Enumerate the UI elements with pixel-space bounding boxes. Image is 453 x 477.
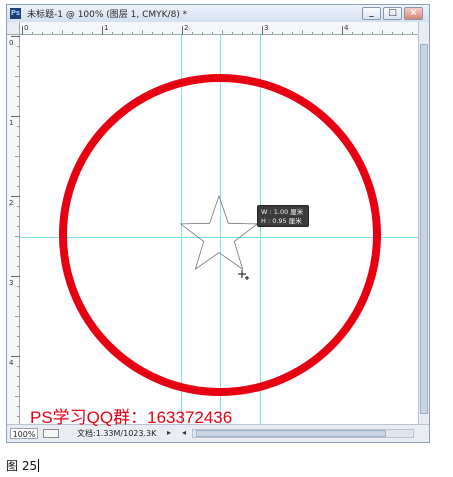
caption-text: 图 25 bbox=[6, 459, 38, 473]
tooltip-width: W : 1.00 厘米 bbox=[261, 208, 304, 216]
h-ruler-label: 2 bbox=[184, 24, 188, 32]
dimension-tooltip: W : 1.00 厘米 H : 0.95 厘米 bbox=[257, 205, 309, 227]
tooltip-height: H : 0.95 厘米 bbox=[261, 217, 302, 225]
photoshop-app-icon: Ps bbox=[10, 8, 21, 19]
figure-caption: 图 25 bbox=[6, 457, 40, 474]
v-ruler-label: 0 bbox=[9, 39, 13, 47]
horizontal-ruler[interactable]: 0 1 2 3 4 bbox=[20, 22, 418, 35]
star-shape bbox=[179, 194, 259, 271]
vertical-scrollbar[interactable] bbox=[418, 22, 429, 424]
status-menu-arrow-icon[interactable]: ▸ bbox=[167, 428, 171, 437]
zoom-field[interactable]: 100% bbox=[10, 428, 38, 439]
horizontal-scroll-thumb[interactable] bbox=[196, 430, 386, 437]
minimize-button[interactable]: _ bbox=[362, 7, 381, 20]
horizontal-scrollbar[interactable] bbox=[192, 429, 414, 438]
maximize-button[interactable]: □ bbox=[383, 7, 402, 20]
h-ruler-label: 1 bbox=[104, 24, 108, 32]
vertical-ruler-ticks: 0 1 2 3 4 bbox=[9, 36, 20, 417]
v-ruler-label: 4 bbox=[9, 359, 14, 367]
crosshair-cursor-icon bbox=[238, 270, 249, 280]
v-ruler-label: 3 bbox=[9, 279, 13, 287]
document-canvas[interactable] bbox=[20, 35, 418, 424]
v-ruler-label: 2 bbox=[9, 199, 13, 207]
close-button[interactable]: × bbox=[404, 7, 423, 20]
document-info: 文档:1.33M/1023.3K bbox=[77, 429, 157, 438]
h-ruler-label: 0 bbox=[24, 24, 28, 32]
ruler-origin[interactable] bbox=[7, 22, 20, 35]
canvas-artwork bbox=[20, 35, 418, 424]
title-bar[interactable]: Ps 未标题-1 @ 100% (图层 1, CMYK/8) * _ □ × bbox=[7, 5, 429, 22]
vertical-ruler[interactable]: 0 1 2 3 4 bbox=[7, 35, 20, 424]
document-window: Ps 未标题-1 @ 100% (图层 1, CMYK/8) * _ □ × 0… bbox=[6, 4, 430, 443]
watermark-text: PS学习QQ群：163372436 bbox=[30, 408, 233, 427]
scroll-left-arrow-icon[interactable]: ◂ bbox=[182, 428, 186, 437]
h-ruler-label: 4 bbox=[344, 24, 349, 32]
text-cursor bbox=[38, 459, 40, 472]
v-ruler-label: 1 bbox=[9, 119, 13, 127]
horizontal-ruler-ticks: 0 1 2 3 4 bbox=[22, 24, 413, 35]
document-title: 未标题-1 @ 100% (图层 1, CMYK/8) * bbox=[27, 10, 188, 20]
h-ruler-label: 3 bbox=[264, 24, 268, 32]
vertical-scroll-thumb[interactable] bbox=[420, 44, 428, 414]
doc-status-icon[interactable] bbox=[43, 429, 59, 438]
